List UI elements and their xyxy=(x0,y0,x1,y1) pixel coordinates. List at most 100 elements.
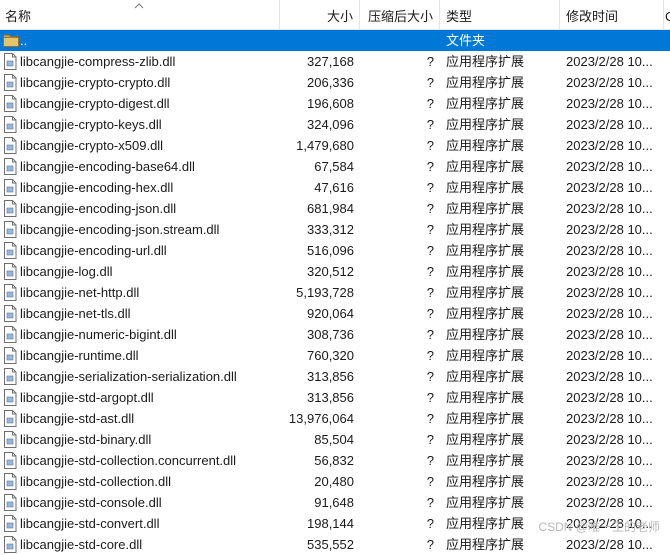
file-row[interactable]: libcangjie-encoding-base64.dll 67,584? 应用程… xyxy=(0,156,670,177)
file-row[interactable]: libcangjie-std-collection.dll 20,480? 应用程序… xyxy=(0,471,670,492)
file-packed-size: ? xyxy=(426,432,434,447)
file-type: 应用程序扩展 xyxy=(446,348,525,363)
file-packed-size: ? xyxy=(426,390,434,405)
file-packed-size: ? xyxy=(426,222,434,237)
column-header-packed-size[interactable]: 压缩后大小 xyxy=(360,0,440,30)
file-size: 313,856 xyxy=(307,369,354,384)
file-row[interactable]: libcangjie-runtime.dll 760,320? 应用程序扩展 2023… xyxy=(0,345,670,366)
column-header-type[interactable]: 类型 xyxy=(440,0,560,30)
file-size: 313,856 xyxy=(307,390,354,405)
file-row[interactable]: libcangjie-std-console.dll 91,648? 应用程序扩展 2… xyxy=(0,492,670,513)
dll-file-icon xyxy=(4,200,17,217)
file-size: 5,193,728 xyxy=(296,285,354,300)
file-packed-size: ? xyxy=(426,96,434,111)
parent-folder-row[interactable]: .. 文件夹 xyxy=(0,30,670,51)
dll-file-icon xyxy=(4,305,17,322)
sort-ascending-icon xyxy=(134,3,144,9)
dll-file-icon xyxy=(4,74,17,91)
file-type: 应用程序扩展 xyxy=(446,96,525,111)
file-size: 308,736 xyxy=(307,327,354,342)
file-size: 67,584 xyxy=(314,159,354,174)
file-row[interactable]: libcangjie-log.dll 320,512? 应用程序扩展 2023/2/2… xyxy=(0,261,670,282)
file-packed-size: ? xyxy=(426,369,434,384)
file-type: 应用程序扩展 xyxy=(446,369,525,384)
file-row[interactable]: libcangjie-encoding-json.stream.dll 333,3… xyxy=(0,219,670,240)
file-name: libcangjie-std-core.dll xyxy=(20,537,143,552)
file-row[interactable]: libcangjie-encoding-json.dll 681,984? 应用程序… xyxy=(0,198,670,219)
file-modified: 2023/2/28 10... xyxy=(566,54,653,69)
file-type: 应用程序扩展 xyxy=(446,138,525,153)
column-header-size[interactable]: 大小 xyxy=(280,0,360,30)
file-size: 91,648 xyxy=(314,495,354,510)
file-row[interactable]: libcangjie-std-core.dll 535,552? 应用程序扩展 202… xyxy=(0,534,670,555)
file-name: libcangjie-crypto-crypto.dll xyxy=(20,75,171,90)
file-type: 应用程序扩展 xyxy=(446,243,525,258)
file-type: 应用程序扩展 xyxy=(446,75,525,90)
file-name: libcangjie-runtime.dll xyxy=(20,348,139,363)
file-packed-size: ? xyxy=(426,201,434,216)
file-size: 333,312 xyxy=(307,222,354,237)
file-type: 应用程序扩展 xyxy=(446,117,525,132)
file-size: 206,336 xyxy=(307,75,354,90)
file-row[interactable]: libcangjie-net-tls.dll 920,064? 应用程序扩展 2023… xyxy=(0,303,670,324)
file-name: libcangjie-net-http.dll xyxy=(20,285,140,300)
dll-file-icon xyxy=(4,431,17,448)
file-type: 应用程序扩展 xyxy=(446,180,525,195)
column-header: 名称 大小 压缩后大小 类型 修改时间 C xyxy=(0,0,670,30)
file-packed-size: ? xyxy=(426,159,434,174)
file-name: libcangjie-std-binary.dll xyxy=(20,432,152,447)
file-row[interactable]: libcangjie-std-binary.dll 85,504? 应用程序扩展 20… xyxy=(0,429,670,450)
file-size: 56,832 xyxy=(314,453,354,468)
file-modified: 2023/2/28 10... xyxy=(566,285,653,300)
dll-file-icon xyxy=(4,494,17,511)
file-row[interactable]: libcangjie-crypto-keys.dll 324,096? 应用程序扩展… xyxy=(0,114,670,135)
file-size: 1,479,680 xyxy=(296,138,354,153)
file-size: 47,616 xyxy=(314,180,354,195)
column-header-type-label: 类型 xyxy=(446,9,473,24)
file-name: libcangjie-crypto-digest.dll xyxy=(20,96,170,111)
dll-file-icon xyxy=(4,242,17,259)
column-header-name[interactable]: 名称 xyxy=(0,0,280,30)
file-row[interactable]: libcangjie-std-argopt.dll 313,856? 应用程序扩展 2… xyxy=(0,387,670,408)
file-row[interactable]: libcangjie-compress-zlib.dll 327,168? 应用程序… xyxy=(0,51,670,72)
file-row[interactable]: libcangjie-serialization-serialization.d… xyxy=(0,366,670,387)
file-packed-size: ? xyxy=(426,75,434,90)
file-name: libcangjie-std-argopt.dll xyxy=(20,390,154,405)
file-row[interactable]: libcangjie-net-http.dll 5,193,728? 应用程序扩展 2… xyxy=(0,282,670,303)
file-modified: 2023/2/28 10... xyxy=(566,327,653,342)
column-header-modified[interactable]: 修改时间 xyxy=(560,0,664,30)
dll-file-icon xyxy=(4,536,17,553)
file-row[interactable]: libcangjie-crypto-digest.dll 196,608? 应用程序… xyxy=(0,93,670,114)
file-name: libcangjie-encoding-url.dll xyxy=(20,243,167,258)
column-header-extra-label: C xyxy=(665,9,670,24)
file-packed-size: ? xyxy=(426,285,434,300)
file-row[interactable]: libcangjie-crypto-x509.dll 1,479,680? 应用程序… xyxy=(0,135,670,156)
file-size: 196,608 xyxy=(307,96,354,111)
file-row[interactable]: libcangjie-crypto-crypto.dll 206,336? 应用程序… xyxy=(0,72,670,93)
file-packed-size: ? xyxy=(426,495,434,510)
file-packed-size: ? xyxy=(426,180,434,195)
file-row[interactable]: libcangjie-std-ast.dll 13,976,064? 应用程序扩展 2… xyxy=(0,408,670,429)
file-row[interactable]: libcangjie-std-collection.concurrent.dll… xyxy=(0,450,670,471)
dll-file-icon xyxy=(4,368,17,385)
file-row[interactable]: libcangjie-encoding-hex.dll 47,616? 应用程序扩展… xyxy=(0,177,670,198)
file-type: 应用程序扩展 xyxy=(446,495,525,510)
dll-file-icon xyxy=(4,53,17,70)
file-packed-size: ? xyxy=(426,138,434,153)
file-row[interactable]: libcangjie-numeric-bigint.dll 308,736? 应用程… xyxy=(0,324,670,345)
file-modified: 2023/2/28 10... xyxy=(566,348,653,363)
file-packed-size: ? xyxy=(426,516,434,531)
column-header-name-label: 名称 xyxy=(5,9,32,24)
dll-file-icon xyxy=(4,389,17,406)
file-packed-size: ? xyxy=(426,411,434,426)
file-name: .. xyxy=(20,33,28,48)
dll-file-icon xyxy=(4,284,17,301)
dll-file-icon xyxy=(4,515,17,532)
file-name: libcangjie-numeric-bigint.dll xyxy=(20,327,177,342)
file-row[interactable]: libcangjie-encoding-url.dll 516,096? 应用程序扩… xyxy=(0,240,670,261)
file-size: 198,144 xyxy=(307,516,354,531)
file-modified: 2023/2/28 10... xyxy=(566,222,653,237)
file-name: libcangjie-log.dll xyxy=(20,264,113,279)
column-header-extra[interactable]: C xyxy=(664,0,670,30)
file-packed-size: ? xyxy=(426,243,434,258)
